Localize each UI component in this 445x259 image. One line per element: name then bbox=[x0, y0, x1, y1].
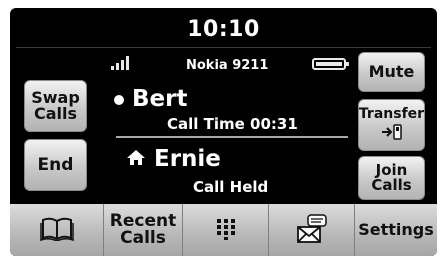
settings-tab[interactable]: Settings bbox=[354, 204, 437, 256]
messages-tab[interactable] bbox=[268, 204, 354, 256]
keypad-tab[interactable] bbox=[182, 204, 268, 256]
transfer-button[interactable]: Transfer bbox=[358, 99, 425, 151]
phone-transfer-icon bbox=[381, 124, 403, 143]
end-label: End bbox=[37, 154, 74, 175]
recent-calls-line2: Calls bbox=[120, 228, 166, 248]
join-calls-line2: Calls bbox=[371, 176, 412, 194]
phone-screen: 10:10 Nokia 9211 Swap Calls End Mute Tra… bbox=[10, 8, 437, 256]
messages-icon bbox=[294, 213, 330, 247]
mute-button[interactable]: Mute bbox=[358, 52, 425, 92]
swap-calls-line2: Calls bbox=[33, 104, 78, 123]
active-call-time: Call Time 00:31 bbox=[167, 115, 298, 133]
clock: 10:10 bbox=[187, 17, 260, 42]
join-calls-button[interactable]: Join Calls bbox=[358, 156, 425, 200]
settings-label: Settings bbox=[358, 220, 434, 239]
bottom-nav: Recent Calls Settings bbox=[10, 204, 437, 256]
keypad-icon bbox=[216, 218, 236, 243]
network-name: Nokia 9211 bbox=[186, 58, 269, 73]
end-call-button[interactable]: End bbox=[24, 139, 87, 191]
phonebook-tab[interactable] bbox=[10, 204, 103, 256]
call-divider bbox=[116, 136, 348, 138]
home-icon bbox=[126, 149, 146, 170]
phonebook-icon bbox=[39, 217, 74, 244]
active-caller-name: Bert bbox=[132, 86, 188, 112]
held-call-status: Call Held bbox=[193, 178, 269, 196]
mute-label: Mute bbox=[368, 62, 415, 81]
active-call-caller: Bert bbox=[114, 86, 187, 112]
swap-calls-button[interactable]: Swap Calls bbox=[24, 80, 87, 132]
recent-calls-tab[interactable]: Recent Calls bbox=[103, 204, 182, 256]
battery-icon bbox=[312, 58, 349, 70]
active-bullet-icon bbox=[114, 95, 124, 105]
held-call-caller: Ernie bbox=[126, 146, 221, 172]
transfer-label: Transfer bbox=[358, 106, 425, 122]
header-divider bbox=[16, 47, 431, 48]
signal-bars-icon bbox=[111, 56, 133, 70]
held-caller-name: Ernie bbox=[154, 146, 221, 172]
